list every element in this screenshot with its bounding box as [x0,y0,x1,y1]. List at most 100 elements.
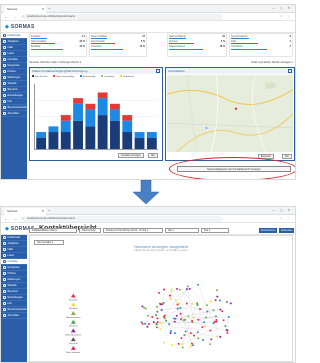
network-node[interactable] [143,306,145,309]
address-bar[interactable]: localhost/sormas-ui/#!dashboard/contacts [23,216,223,222]
network-node[interactable] [177,342,180,345]
period-filter[interactable]: Zeitraum letzte Woche (01.04 - 07.04) ▾ [103,228,163,233]
network-node[interactable] [192,344,195,347]
network-node[interactable] [155,326,158,329]
window-controls[interactable]: — ▢ ✕ [272,6,292,10]
network-node[interactable] [225,328,228,331]
network-node[interactable] [162,341,165,344]
network-node[interactable] [204,325,207,328]
network-node[interactable] [196,302,199,305]
network-node[interactable] [158,291,161,294]
network-node[interactable] [225,300,228,303]
network-node[interactable] [190,342,193,345]
sidebar-item-abmelden[interactable]: Abmelden [1,313,27,319]
network-node[interactable] [159,328,162,331]
network-node[interactable] [197,283,200,286]
facility-filter[interactable]: Kita ▾ [201,228,229,233]
network-node[interactable] [146,325,149,328]
network-node[interactable] [197,318,200,321]
network-node[interactable] [181,346,184,349]
network-node[interactable] [141,322,144,325]
network-node[interactable] [188,287,191,290]
network-node[interactable] [216,295,219,298]
network-node[interactable] [212,309,215,312]
network-node[interactable] [226,331,229,334]
network-node[interactable] [196,304,199,306]
network-node[interactable] [192,316,195,319]
network-node[interactable] [199,308,201,311]
network-node[interactable] [184,330,187,333]
network-node[interactable] [169,297,172,300]
network-node[interactable] [180,337,183,340]
network-node[interactable] [178,288,181,291]
network-node[interactable] [189,345,192,348]
network-node[interactable] [180,318,183,321]
new-tab-icon[interactable]: + [48,6,50,12]
network-node[interactable] [209,300,212,303]
network-node[interactable] [178,302,180,305]
classification-filter[interactable]: Fallklassifikation (Alle) ▾ [29,228,77,233]
network-node[interactable] [219,308,222,311]
network-node[interactable] [179,306,182,309]
network-node[interactable] [144,307,147,310]
network-node[interactable] [229,302,232,305]
network-node[interactable] [156,310,159,313]
network-node[interactable] [202,338,205,341]
network-node[interactable] [173,320,176,323]
window-controls[interactable]: — ▢ ✕ [272,208,292,212]
network-node[interactable] [206,310,209,313]
network-node[interactable] [158,302,161,305]
network-node[interactable] [224,325,227,327]
network-node[interactable] [218,299,221,302]
network-node[interactable] [185,302,188,305]
network-node[interactable] [181,343,184,346]
contact-map[interactable] [167,75,293,152]
network-node[interactable] [174,317,177,320]
network-node[interactable] [169,332,172,335]
expand-icon[interactable] [156,69,160,73]
network-node[interactable] [165,319,168,322]
close-tab-icon[interactable]: ✕ [41,208,44,215]
network-node[interactable] [160,308,163,311]
network-node[interactable] [221,310,224,313]
network-node[interactable] [176,307,179,310]
network-node[interactable] [156,317,159,320]
network-node[interactable] [159,321,162,324]
network-node[interactable] [156,321,159,324]
network-node[interactable] [189,332,192,335]
network-graph[interactable]: Kontakte Bestätigt Wahrscheinlich Verdacht N… [30,236,292,361]
network-node[interactable] [216,335,219,338]
browser-tab[interactable]: Sormas ✕ [4,208,46,215]
network-node[interactable] [162,302,165,305]
network-node[interactable] [203,321,206,324]
network-node[interactable] [209,329,212,332]
network-node[interactable] [201,326,204,329]
network-node[interactable] [215,318,218,321]
region-filter[interactable]: Alle ▾ [165,228,199,233]
network-node[interactable] [215,320,218,323]
reset-button[interactable]: Zurücksetzen [259,228,278,233]
network-node[interactable] [144,322,147,325]
network-node[interactable] [163,288,166,291]
network-node[interactable] [169,330,172,333]
network-node[interactable] [155,314,158,317]
network-node[interactable] [173,332,176,335]
network-node[interactable] [210,338,213,341]
network-node[interactable] [146,314,149,317]
sidebar-item-abmelden[interactable]: Abmelden [1,111,27,117]
network-node[interactable] [215,289,218,292]
network-node[interactable] [205,304,208,307]
network-node[interactable] [179,312,182,315]
browser-tab[interactable]: Sormas ✕ [4,6,46,13]
network-node[interactable] [175,314,178,317]
network-node[interactable] [227,316,230,318]
network-node[interactable] [170,288,173,291]
show-contacts-button[interactable]: Kontakte anzeigen [118,153,144,158]
network-node[interactable] [152,321,155,324]
network-node[interactable] [191,302,193,305]
network-node[interactable] [222,319,225,322]
network-node[interactable] [168,323,171,326]
expand-icon[interactable] [288,69,292,73]
new-tab-icon[interactable]: + [48,208,50,214]
followup-filter[interactable]: Nachverfolgt [79,228,101,233]
